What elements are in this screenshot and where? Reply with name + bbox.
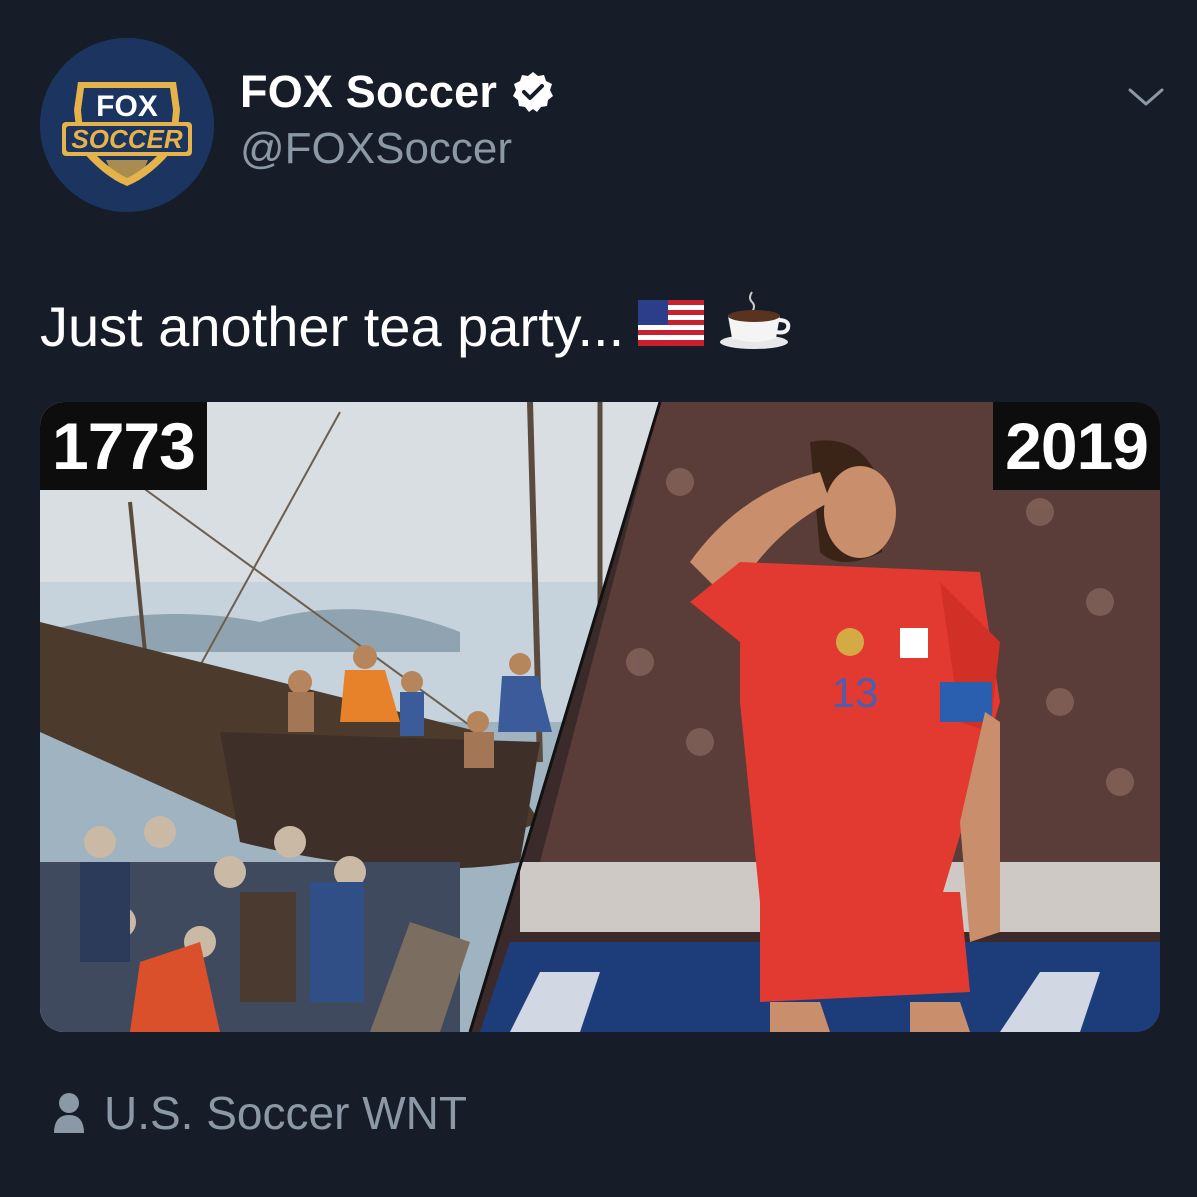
- split-image: 13: [40, 402, 1160, 1032]
- tweet-text: Just another tea party...: [40, 290, 792, 363]
- person-icon: [54, 1093, 84, 1133]
- display-name[interactable]: FOX Soccer: [240, 66, 497, 118]
- jersey-number: 13: [832, 669, 879, 716]
- fox-soccer-logo: FOX SOCCER: [40, 38, 214, 212]
- tweet-image[interactable]: 13 1773 2019: [40, 402, 1160, 1032]
- name-row: FOX Soccer: [240, 62, 555, 122]
- us-flag-emoji: [638, 294, 705, 359]
- chevron-down-icon[interactable]: [1126, 82, 1166, 112]
- tweet-body: Just another tea party...: [40, 295, 625, 358]
- year-label-1773: 1773: [40, 402, 207, 490]
- handle[interactable]: @FOXSoccer: [240, 124, 512, 174]
- year-label-2019: 2019: [993, 402, 1160, 490]
- tagged-account-label[interactable]: U.S. Soccer WNT: [104, 1086, 467, 1140]
- svg-text:SOCCER: SOCCER: [71, 124, 182, 154]
- tagged-accounts[interactable]: U.S. Soccer WNT: [52, 1086, 467, 1140]
- coffee-cup-emoji: [718, 290, 792, 363]
- verified-badge-icon: [513, 72, 554, 112]
- avatar[interactable]: FOX SOCCER: [40, 38, 214, 212]
- svg-text:FOX: FOX: [96, 90, 158, 123]
